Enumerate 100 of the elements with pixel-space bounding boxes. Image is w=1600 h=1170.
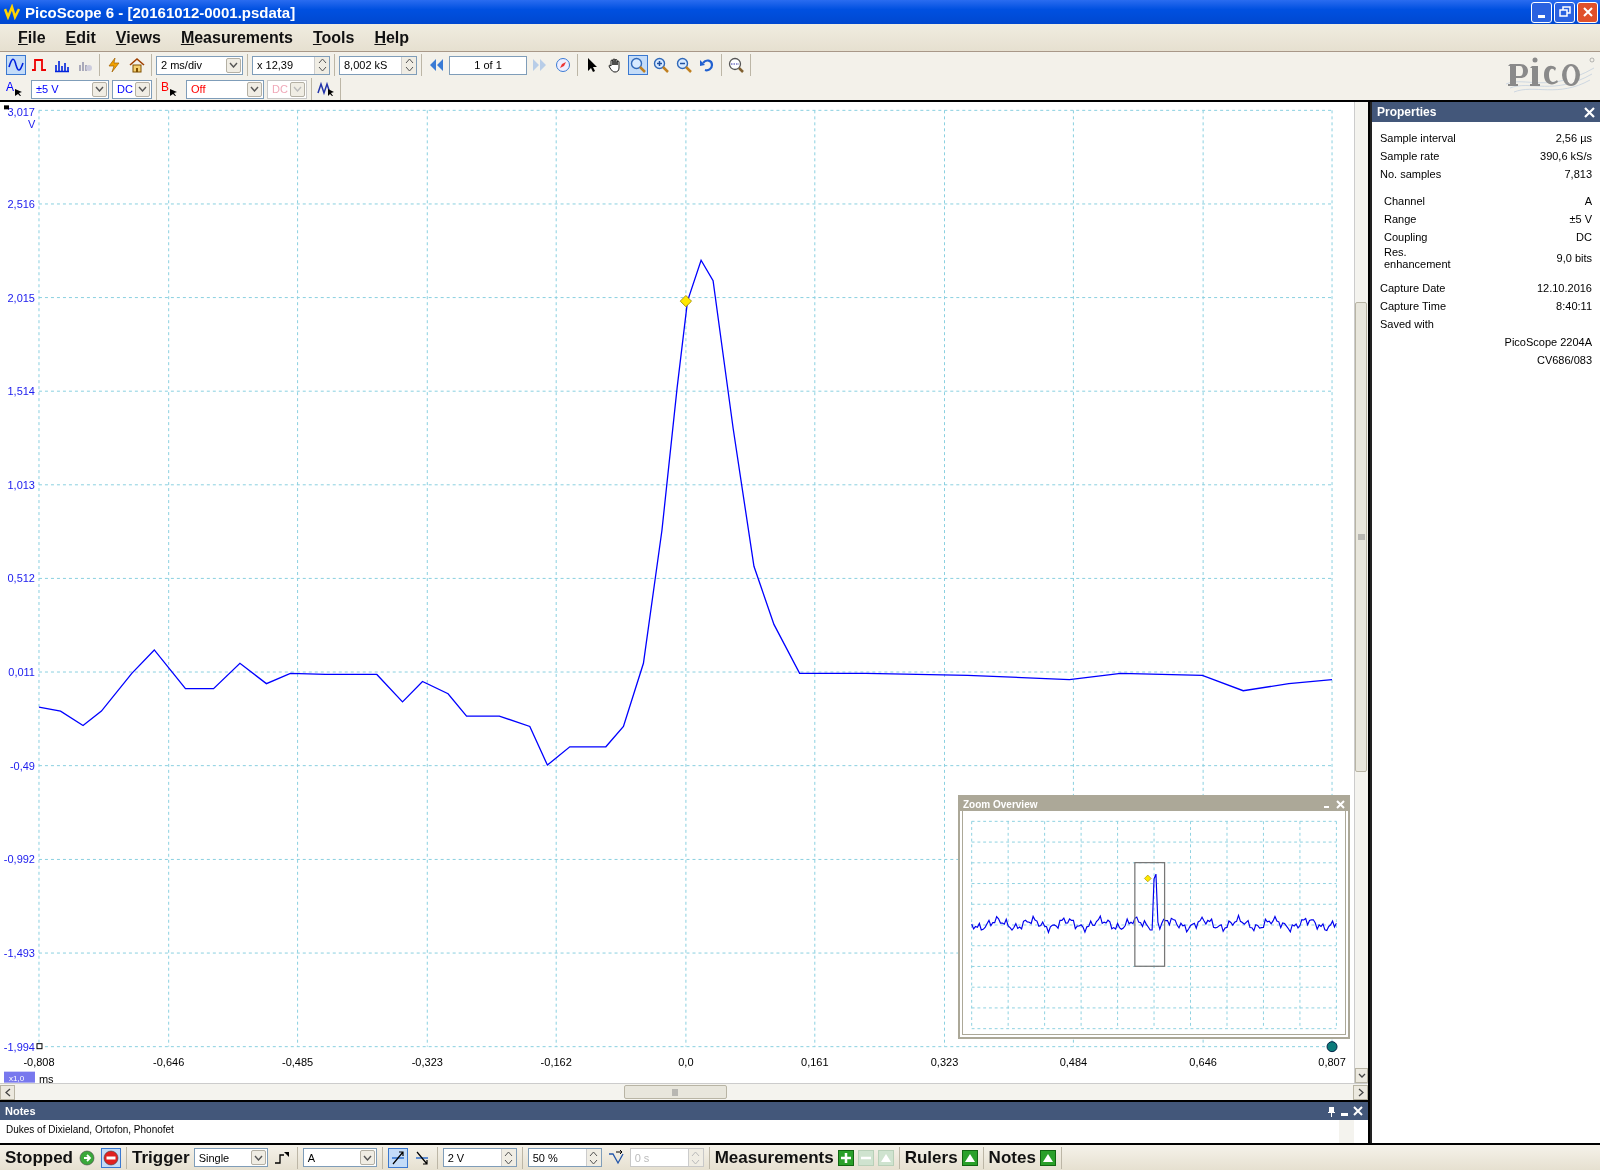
menu-item[interactable]: Views [105, 28, 171, 47]
zoom-spinbox[interactable]: x 12,39 [252, 55, 330, 75]
rising-edge-button[interactable] [387, 1147, 408, 1168]
range-dropdown[interactable]: ±5 V [31, 79, 109, 99]
close-button[interactable] [1577, 1, 1598, 23]
up-button[interactable] [1039, 1149, 1056, 1166]
zoom-overview-button[interactable] [726, 55, 746, 75]
vertical-scrollbar[interactable] [1354, 102, 1368, 1083]
property-label: Channel [1384, 195, 1425, 207]
y-axis-label: 2,015 [7, 291, 35, 304]
scroll-left-button[interactable] [0, 1084, 15, 1100]
y-axis-label: -0,49 [9, 759, 35, 772]
plus-icon [837, 1149, 854, 1166]
home-icon [129, 57, 145, 73]
threshold-spinbox[interactable]: 2 V [442, 1148, 517, 1167]
play-icon [79, 1149, 95, 1166]
trigger-marker[interactable] [679, 295, 692, 308]
restore-button[interactable] [1554, 1, 1575, 23]
falling-edge-icon [413, 1149, 430, 1166]
pin-icon[interactable] [1327, 1105, 1336, 1117]
channel-button[interactable]: A [6, 79, 28, 99]
caret-icon [138, 86, 147, 92]
property-label: Res. enhancement [1384, 246, 1452, 270]
caret-icon [95, 86, 104, 92]
zoom-tool-button[interactable] [628, 55, 648, 75]
scroll-down-button[interactable] [1355, 1068, 1368, 1083]
x-axis-label: 0,484 [1059, 1055, 1088, 1068]
y-axis-label: -0,992 [3, 853, 35, 866]
y-axis-label: 0,011 [8, 666, 35, 679]
notes-text[interactable]: Dukes of Dixieland, Ortofon, Phonofet [0, 1120, 180, 1143]
scrollbar-thumb[interactable] [1355, 302, 1367, 772]
section-label: Measurements [714, 1147, 834, 1168]
menu-item[interactable]: Measurements [170, 28, 303, 47]
menu-item[interactable]: Tools [302, 28, 365, 47]
minimize-button[interactable] [1531, 1, 1552, 23]
y-axis-unit: V [28, 118, 36, 131]
stop-button[interactable] [101, 1147, 121, 1168]
grip-icon [1357, 534, 1365, 540]
property-value: PicoScope 2204A [1504, 336, 1592, 348]
spin-arrows-icon [691, 1150, 701, 1165]
scale-factor: x1,0 [9, 1073, 25, 1083]
property-label: Sample interval [1380, 132, 1456, 144]
y-axis-label: -1,493 [3, 947, 35, 960]
zoom-in-tool-button[interactable] [651, 55, 671, 75]
x-axis-label: 0,0 [678, 1055, 694, 1068]
ruler-handle[interactable] [36, 1043, 43, 1050]
caret-icon [362, 1154, 372, 1161]
timebase-dropdown[interactable]: 2 ms/div [156, 55, 243, 75]
section-label: Rulers [904, 1147, 958, 1168]
x-axis-label: -0,162 [540, 1055, 572, 1068]
spin-arrows-icon [404, 58, 414, 72]
property-label: Coupling [1384, 231, 1428, 243]
property-value: 390,6 kS/s [1540, 150, 1592, 162]
ruler-handle[interactable] [1326, 1041, 1338, 1053]
caret-icon [253, 1154, 263, 1161]
property-label: Capture Time [1380, 300, 1447, 312]
page-field[interactable]: 1 of 1 [449, 55, 527, 75]
property-label: Range [1384, 213, 1417, 225]
x-axis-label: -0,323 [411, 1055, 443, 1068]
scrollbar-thumb[interactable] [624, 1085, 727, 1099]
x-axis-label: 0,161 [801, 1055, 829, 1068]
grip-icon [672, 1088, 679, 1096]
close-icon[interactable] [1584, 106, 1595, 118]
zoom-out-tool-button[interactable] [674, 55, 694, 75]
trigger-source-dropdown[interactable]: A [302, 1148, 377, 1167]
close-icon[interactable] [1353, 1106, 1363, 1116]
pretrigger-spinbox[interactable]: 50 % [527, 1148, 602, 1167]
scroll-right-button[interactable] [1353, 1084, 1368, 1100]
samples-spinbox[interactable]: 8,002 kS [339, 55, 417, 75]
x-axis-label: 0,323 [930, 1055, 959, 1068]
menu-item[interactable]: Help [364, 28, 420, 47]
menu-item[interactable]: File [8, 28, 56, 47]
notes-scrollbar[interactable] [1339, 1120, 1354, 1143]
run-button[interactable] [77, 1147, 97, 1168]
compass-icon [555, 57, 571, 73]
caret-icon [250, 86, 259, 92]
undo-icon [699, 57, 715, 73]
step-icon [273, 1149, 290, 1166]
minimize-icon [1538, 14, 1545, 18]
trigger-mode-dropdown[interactable]: Single [193, 1148, 268, 1167]
menu-item[interactable]: Edit [55, 28, 106, 47]
view-icon [31, 57, 47, 73]
up-button[interactable] [961, 1149, 978, 1166]
rewind-icon [428, 57, 444, 73]
add-button[interactable] [837, 1149, 854, 1166]
view-icon [8, 57, 24, 73]
x-axis-label: 0,646 [1189, 1055, 1217, 1068]
property-label: Sample rate [1380, 150, 1440, 162]
section-label: Notes [988, 1147, 1036, 1168]
home-button[interactable] [127, 55, 147, 75]
forward-icon [532, 57, 548, 73]
compass-button[interactable] [553, 55, 573, 75]
horizontal-scrollbar[interactable] [0, 1083, 1368, 1100]
x-axis-label: -0,646 [153, 1055, 185, 1068]
panel-title: Notes [5, 1105, 36, 1117]
app-icon [4, 4, 20, 20]
scope-view-button[interactable] [6, 55, 26, 75]
coupling-dropdown[interactable]: DC [112, 79, 152, 99]
magnifier-icon [728, 57, 744, 73]
minus-icon [857, 1149, 874, 1166]
